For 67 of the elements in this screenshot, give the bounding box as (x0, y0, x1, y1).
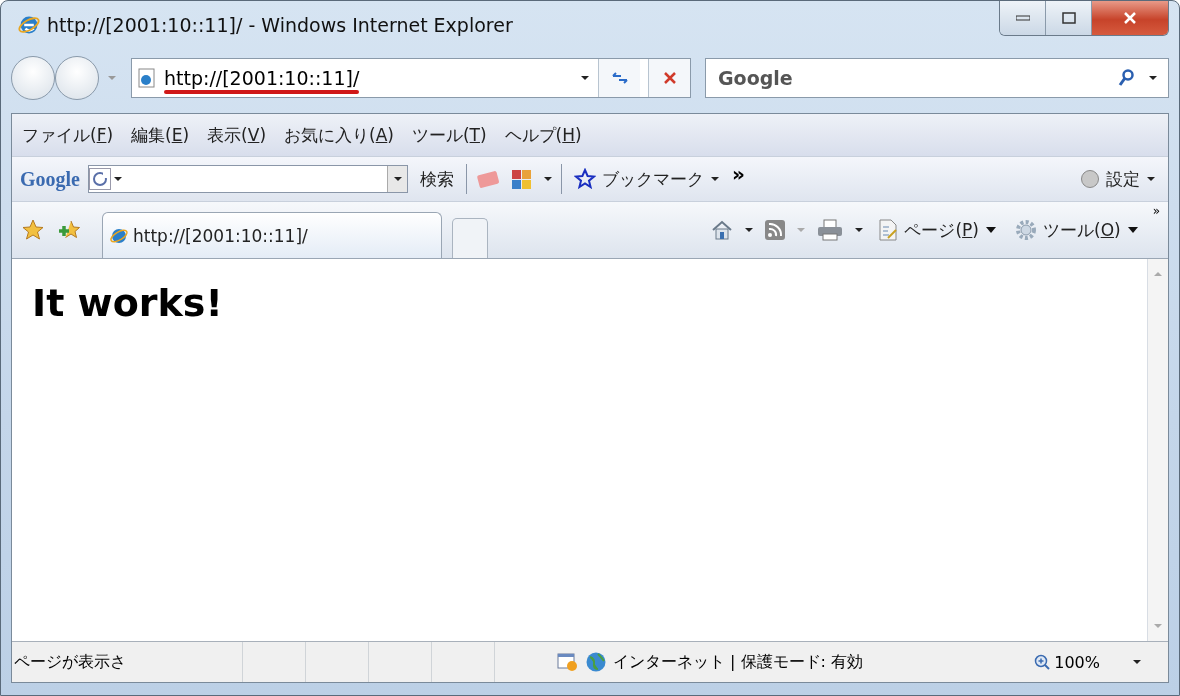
bookmarks-button[interactable]: ブックマーク (570, 165, 724, 193)
minimize-button[interactable] (1000, 1, 1046, 35)
caret-icon (744, 227, 755, 233)
gear-icon (1015, 219, 1037, 241)
status-text: ページが表示さ (14, 651, 127, 673)
caret-icon (985, 226, 997, 234)
menu-item[interactable]: ヘルプ(H) (498, 121, 588, 149)
page-heading: It works! (32, 281, 224, 325)
warning-window-icon (557, 652, 579, 672)
address-field[interactable]: http://[2001:10::11]/ (131, 58, 691, 98)
security-zone-text: インターネット | 保護モード: 有効 (613, 651, 864, 673)
menu-item[interactable]: ファイル(F) (16, 121, 120, 149)
caret-icon[interactable] (1132, 659, 1142, 665)
maximize-icon (1061, 12, 1076, 24)
maximize-button[interactable] (1046, 1, 1092, 35)
stop-button[interactable] (648, 59, 690, 97)
forward-button[interactable] (55, 56, 99, 100)
caret-icon (796, 227, 807, 233)
caret-icon (392, 176, 403, 182)
settings-button[interactable]: 設定 (1076, 165, 1160, 193)
menu-item[interactable]: 表示(V) (201, 121, 272, 149)
more-chevron[interactable]: » (1152, 204, 1160, 218)
caret-icon (710, 176, 720, 182)
menu-item[interactable]: 編集(E) (125, 121, 196, 149)
new-tab-button[interactable] (452, 218, 488, 258)
caret-icon (107, 75, 117, 81)
scrollbar[interactable] (1147, 259, 1168, 641)
caret-icon (1126, 226, 1139, 234)
scroll-up-icon[interactable] (1153, 271, 1163, 277)
menu-item[interactable]: ツール(T) (405, 121, 493, 149)
more-chevron[interactable]: » (732, 162, 745, 186)
tools-menu-button[interactable]: ツール(O) (1011, 216, 1143, 244)
caret-icon (854, 227, 865, 233)
caret-icon (113, 176, 123, 182)
page-icon (138, 68, 156, 88)
zoom-icon (1034, 654, 1051, 670)
toolbar-search-field[interactable] (88, 165, 408, 193)
circle-icon (1080, 169, 1100, 189)
google-logo: Google (20, 167, 80, 191)
globe-icon (585, 651, 607, 673)
star-icon (574, 168, 596, 190)
caret-icon (1146, 176, 1156, 182)
browser-tab[interactable]: http://[2001:10::11]/ (102, 212, 442, 258)
close-icon (662, 71, 677, 85)
dropdown-icon (1148, 75, 1158, 81)
favorites-star-icon[interactable] (20, 218, 46, 242)
close-button[interactable] (1092, 1, 1168, 35)
page-menu-button[interactable]: ページ(P) (874, 216, 1001, 244)
window-title: http://[2001:10::11]/ - Windows Internet Explorer (47, 14, 513, 36)
scroll-down-icon[interactable] (1153, 623, 1163, 629)
search-field[interactable]: Google (705, 58, 1169, 98)
menu-item[interactable]: お気に入り(A) (278, 121, 400, 149)
refresh-icon (610, 70, 629, 86)
zoom-button[interactable]: 100% (1028, 651, 1106, 673)
minimize-icon (1015, 15, 1030, 21)
url-text: http://[2001:10::11]/ (164, 66, 360, 89)
back-button[interactable] (11, 56, 55, 100)
caret-icon (543, 176, 553, 182)
refresh-button[interactable] (598, 59, 640, 97)
document-icon (878, 218, 899, 242)
printer-icon[interactable] (816, 219, 845, 241)
dropdown-button[interactable] (387, 166, 407, 192)
close-icon (1123, 12, 1137, 24)
dropdown-icon (580, 75, 590, 81)
search-icon (1118, 69, 1134, 87)
feed-icon[interactable] (764, 219, 787, 241)
search-button[interactable]: 検索 (416, 165, 458, 193)
